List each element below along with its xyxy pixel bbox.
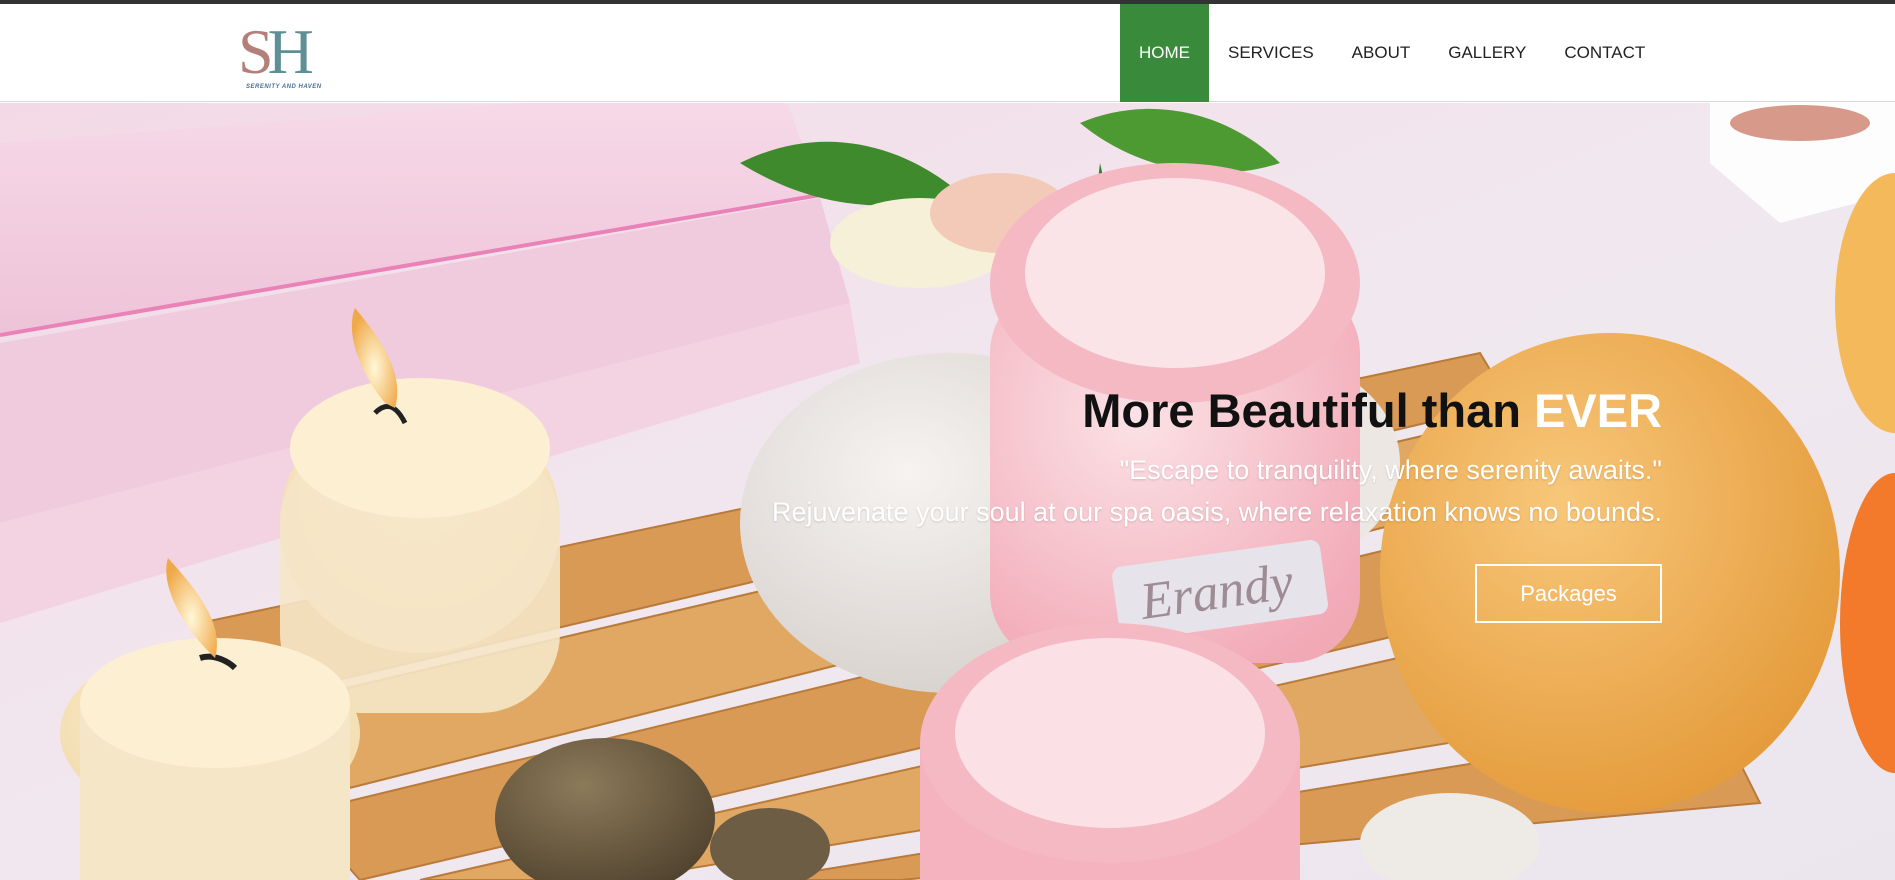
site-logo[interactable]: SH SERENITY AND HAVEN xyxy=(238,20,334,98)
nav-item-home[interactable]: HOME xyxy=(1120,4,1209,102)
logo-letter-h: H xyxy=(267,16,314,87)
packages-button[interactable]: Packages xyxy=(1475,564,1662,623)
logo-letter-s: S xyxy=(238,16,274,87)
main-navigation: HOME SERVICES ABOUT GALLERY CONTACT xyxy=(1120,4,1664,102)
hero-title-main: More Beautiful than xyxy=(1082,384,1534,437)
hero-title: More Beautiful than EVER xyxy=(772,383,1662,439)
logo-monogram: SH xyxy=(238,20,314,84)
site-header: SH SERENITY AND HAVEN HOME SERVICES ABOU… xyxy=(0,4,1895,102)
hero-quote: "Escape to tranquility, where serenity a… xyxy=(1119,455,1662,485)
nav-item-contact[interactable]: CONTACT xyxy=(1545,4,1664,102)
hero-title-accent: EVER xyxy=(1534,384,1662,437)
nav-item-gallery[interactable]: GALLERY xyxy=(1429,4,1545,102)
hero-text-block: More Beautiful than EVER "Escape to tran… xyxy=(772,383,1662,533)
hero-subtitle: Rejuvenate your soul at our spa oasis, w… xyxy=(771,497,1662,527)
nav-item-about[interactable]: ABOUT xyxy=(1333,4,1430,102)
nav-item-services[interactable]: SERVICES xyxy=(1209,4,1333,102)
hero-banner: Erandy More Beautiful than EVER "Escape … xyxy=(0,103,1895,880)
logo-tagline: SERENITY AND HAVEN xyxy=(246,84,322,90)
